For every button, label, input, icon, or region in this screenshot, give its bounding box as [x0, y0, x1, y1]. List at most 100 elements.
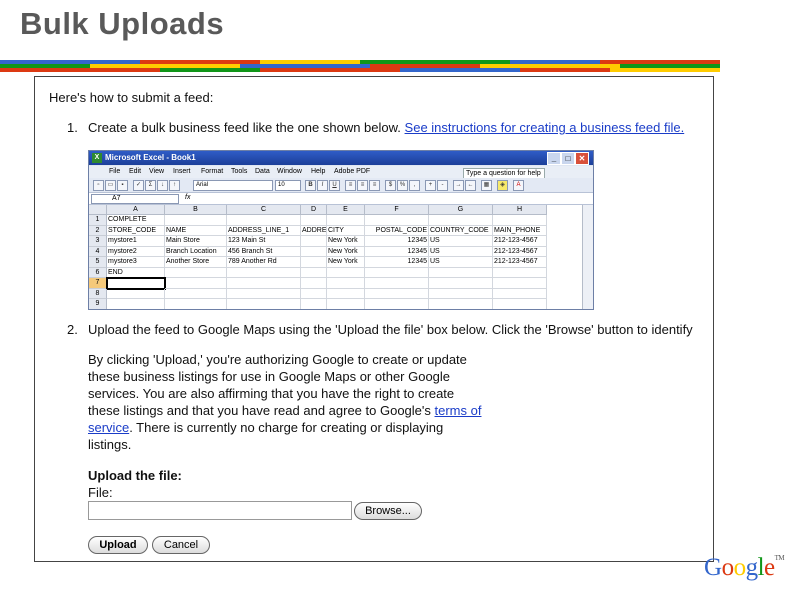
step1-text: Create a bulk business feed like the one… — [88, 120, 401, 135]
font-size-box: 10 — [275, 180, 301, 191]
table-cell: ADDRE — [301, 225, 327, 236]
table-cell — [429, 267, 493, 278]
menu-item: Data — [255, 168, 270, 175]
column-header: D — [301, 205, 327, 215]
table-cell: 456 Branch St — [227, 246, 301, 257]
file-label: File: — [88, 485, 113, 500]
sort-desc-icon: ↑ — [169, 180, 180, 191]
percent-icon: % — [397, 180, 408, 191]
table-cell — [227, 288, 301, 299]
table-cell: COUNTRY_CODE — [429, 225, 493, 236]
table-cell: Branch Location — [165, 246, 227, 257]
outdent-icon: ← — [465, 180, 476, 191]
table-cell: Main Store — [165, 236, 227, 247]
table-cell — [106, 277, 166, 290]
table-cell: END — [107, 267, 165, 278]
table-cell: ADDRESS_LINE_1 — [227, 225, 301, 236]
table-cell — [493, 215, 547, 226]
table-cell — [165, 278, 227, 289]
table-cell: COMPLETE — [107, 215, 165, 226]
table-cell: US — [429, 246, 493, 257]
bold-icon: B — [305, 180, 316, 191]
table-cell — [301, 246, 327, 257]
table-cell — [365, 288, 429, 299]
table-cell: 12345 — [365, 246, 429, 257]
menu-item: Adobe PDF — [334, 168, 371, 175]
table-cell: 212-123-4567 — [493, 246, 547, 257]
align-center-icon: ≡ — [357, 180, 368, 191]
authorization-paragraph: By clicking 'Upload,' you're authorizing… — [88, 351, 488, 453]
table-cell — [493, 288, 547, 299]
table-cell: 12345 — [365, 236, 429, 247]
excel-app-icon: X — [92, 153, 102, 163]
row-header: 4 — [89, 246, 107, 257]
table-cell: 123 Main St — [227, 236, 301, 247]
table-cell — [165, 267, 227, 278]
excel-title-bar: X Microsoft Excel - Book1 _ □ ✕ — [89, 151, 593, 165]
table-cell — [301, 215, 327, 226]
table-cell — [365, 215, 429, 226]
excel-title: Microsoft Excel - Book1 — [105, 153, 196, 162]
vertical-scrollbar — [582, 205, 593, 309]
google-color-stripes — [0, 60, 720, 72]
upload-button[interactable]: Upload — [88, 536, 148, 554]
align-right-icon: ≡ — [369, 180, 380, 191]
row-header: 2 — [89, 225, 107, 236]
intro-text: Here's how to submit a feed: — [49, 90, 214, 105]
browse-button[interactable]: Browse... — [354, 502, 422, 520]
trademark-mark: TM — [774, 554, 785, 562]
column-header: F — [365, 205, 429, 215]
excel-menu-bar: File Edit View Insert Format Tools Data … — [89, 166, 593, 179]
table-cell: MAIN_PHONE — [493, 225, 547, 236]
table-cell: mystore1 — [107, 236, 165, 247]
file-path-input[interactable] — [88, 501, 352, 520]
row-header: 8 — [89, 288, 107, 299]
table-cell: 212-123-4567 — [493, 257, 547, 268]
table-cell — [493, 267, 547, 278]
row-header: 5 — [89, 257, 107, 268]
column-header: C — [227, 205, 301, 215]
step1-number: 1. — [67, 120, 78, 135]
slide-title: Bulk Uploads — [20, 6, 225, 41]
authorization-text-end: . There is currently no charge for creat… — [88, 420, 444, 452]
minimize-icon: _ — [547, 152, 561, 165]
font-name-box: Arial — [193, 180, 273, 191]
table-cell — [227, 278, 301, 289]
name-box: A7 — [91, 194, 179, 204]
spellcheck-icon: ✓ — [133, 180, 144, 191]
borders-icon: ▦ — [481, 180, 492, 191]
table-cell — [429, 288, 493, 299]
authorization-text: By clicking 'Upload,' you're authorizing… — [88, 352, 467, 418]
excel-screenshot: X Microsoft Excel - Book1 _ □ ✕ File Edi… — [88, 150, 594, 310]
step2-number: 2. — [67, 322, 78, 337]
menu-item: View — [149, 168, 165, 175]
table-cell — [327, 299, 365, 309]
table-cell — [165, 215, 227, 226]
table-cell — [429, 278, 493, 289]
column-header: G — [429, 205, 493, 215]
table-cell: New York — [327, 257, 365, 268]
row-header: 6 — [89, 267, 107, 278]
fill-color-icon: ◈ — [497, 180, 508, 191]
table-cell: NAME — [165, 225, 227, 236]
column-header: E — [327, 205, 365, 215]
upload-heading: Upload the file: — [88, 468, 182, 483]
feed-instructions-link[interactable]: See instructions for creating a business… — [405, 120, 685, 135]
table-cell: POSTAL_CODE — [365, 225, 429, 236]
currency-icon: $ — [385, 180, 396, 191]
close-icon: ✕ — [575, 152, 589, 165]
table-cell — [165, 299, 227, 309]
font-color-icon: A — [513, 180, 524, 191]
table-cell — [327, 288, 365, 299]
content-panel: Here's how to submit a feed: 1. Create a… — [34, 76, 714, 562]
new-icon: ▫ — [93, 180, 104, 191]
table-cell — [227, 215, 301, 226]
table-cell — [365, 267, 429, 278]
cancel-button[interactable]: Cancel — [152, 536, 210, 554]
sum-icon: Σ — [145, 180, 156, 191]
table-cell — [327, 278, 365, 289]
table-cell — [301, 267, 327, 278]
formula-bar: A7 fx — [89, 193, 593, 205]
table-cell — [429, 299, 493, 309]
row-header: 7 — [89, 278, 107, 289]
